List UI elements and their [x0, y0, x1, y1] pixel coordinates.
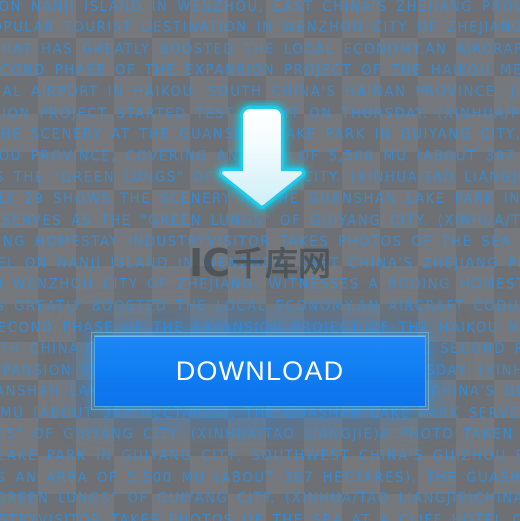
background-text-line: ISLAND SEES BOOMING HOMESTAY INDUSTRYVIS…: [0, 234, 520, 251]
background-text-line: COVERING AN AREA OF 5,500 MU (ABOUT 367 …: [0, 470, 520, 486]
background-text-line: FLIGHT FOR THE SECOND PHASE OF THE EXPAN…: [0, 63, 520, 79]
download-button-label: DOWNLOAD: [175, 355, 345, 386]
background-text: CHINA'S NANJI ISLAND SEES BOOMING HOMEST…: [0, 0, 520, 521]
background-text-line: HOTEL ON NANJI ISLAND IN WENZHOU, EAST C…: [0, 255, 520, 272]
download-arrow-icon: [210, 100, 314, 216]
download-button[interactable]: DOWNLOAD: [91, 332, 429, 410]
background-text-line: THAT HAS GREATLY BOOSTED THE LOCAL ECONO…: [0, 298, 520, 315]
background-text-line: A CLIFF HOTEL ON NANJI ISLAND IN WENZHOU…: [0, 0, 520, 15]
background-text-line: LUNGS" OF GUIYANG CITY. (XINHUA/TAO LIAN…: [0, 427, 520, 443]
background-text-line: AN AREA OF 5,500 MU (ABOUT 367 HECTARES)…: [0, 405, 520, 422]
background-text-line: TOURIST DESTINATION IN WENZHOU CITY OF Z…: [0, 277, 520, 293]
download-banner: CHINA'S NANJI ISLAND SEES BOOMING HOMEST…: [0, 0, 520, 521]
background-text-line: HOMESTAY INDUSTRYVISITOR TAKES PHOTOS OF…: [0, 512, 520, 521]
background-text-layer: CHINA'S NANJI ISLAND SEES BOOMING HOMEST…: [0, 0, 520, 521]
background-text-line: POPULAR TOURIST DESTINATION IN WENZHOU C…: [0, 20, 520, 36]
background-text-line: THE "GREEN LUNGS" OF GUIYANG CITY. (XINH…: [0, 491, 520, 508]
background-text-line: ERY AT THE GUANSHAN LAKE PARK IN GUIYANG…: [0, 448, 520, 465]
background-text-line: INDUSTRY THAT HAS GREATLY BOOSTED THE LO…: [0, 41, 520, 58]
